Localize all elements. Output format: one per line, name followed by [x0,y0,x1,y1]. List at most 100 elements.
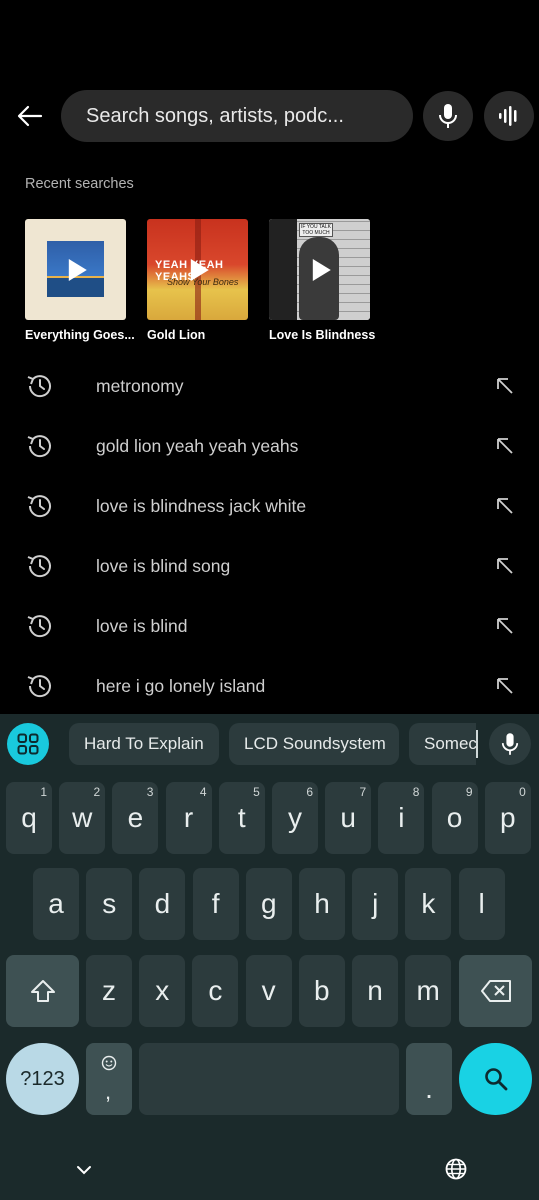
history-item[interactable]: love is blind [0,596,539,656]
search-bar[interactable] [61,90,413,142]
language-button[interactable] [445,1158,467,1180]
key-label: z [102,975,116,1006]
key-label: r [183,802,194,833]
space-key[interactable] [139,1043,399,1115]
arrow-up-left-icon[interactable] [495,616,515,636]
period-key[interactable]: . [406,1043,452,1115]
history-text: love is blind [96,615,188,636]
key-u[interactable]: u7 [325,782,372,854]
history-item[interactable]: love is blind song [0,536,539,596]
key-e[interactable]: e3 [112,782,159,854]
key-j[interactable]: j [352,868,399,940]
comma-key[interactable]: , [86,1043,132,1115]
suggestion-chip[interactable]: Somec [409,723,476,765]
key-z[interactable]: z [86,955,132,1027]
key-r[interactable]: r4 [165,782,212,854]
arrow-up-left-icon[interactable] [495,496,515,516]
card-title: Gold Lion [147,328,206,342]
key-d[interactable]: d [139,868,186,940]
recent-card[interactable]: Everything Goes... [25,219,135,342]
key-s[interactable]: s [86,868,133,940]
divider [476,730,478,758]
key-a[interactable]: a [33,868,79,940]
key-label: s [102,888,117,919]
shift-key[interactable] [6,955,79,1027]
key-t[interactable]: t5 [218,782,265,854]
key-p[interactable]: p0 [484,782,531,854]
back-button[interactable] [10,96,50,136]
key-hint: 3 [146,785,154,799]
keyboard-menu-button[interactable] [7,723,49,765]
keyboard-voice-button[interactable] [489,723,531,765]
search-input[interactable] [86,104,386,128]
history-text: gold lion yeah yeah yeahs [96,435,299,456]
history-text: here i go lonely island [96,675,266,696]
key-label: n [367,975,383,1006]
symbols-key[interactable]: ?123 [6,1043,79,1115]
history-icon [27,675,51,698]
recent-cards: Everything Goes... YEAH YEAH YEAHS Show … [25,219,376,342]
key-label: t [237,802,246,833]
key-hint: 9 [465,785,473,799]
shift-icon [30,980,55,1002]
key-q[interactable]: q1 [6,782,52,854]
key-c[interactable]: c [192,955,239,1027]
recent-card[interactable]: YEAH YEAH YEAHS Show Your Bones Gold Lio… [147,219,248,342]
hide-keyboard-button[interactable] [74,1160,94,1180]
key-hint: 4 [199,785,207,799]
backspace-key[interactable] [459,955,532,1027]
key-hint: 6 [306,785,313,799]
key-label: h [314,888,330,919]
key-label: f [211,888,220,919]
key-f[interactable]: f [192,868,239,940]
key-label: o [446,802,463,833]
key-h[interactable]: h [299,868,345,940]
song-recognition-button[interactable] [484,91,534,141]
navigation-bar [0,1140,539,1200]
arrow-up-left-icon[interactable] [495,376,515,396]
suggestion-chip[interactable]: Hard To Explain [69,723,219,765]
key-l[interactable]: l [458,868,505,940]
search-key[interactable] [459,1043,532,1115]
suggestion-chip[interactable]: LCD Soundsystem [229,723,399,765]
history-icon [27,495,51,518]
key-g[interactable]: g [245,868,292,940]
key-b[interactable]: b [298,955,345,1027]
key-v[interactable]: v [245,955,292,1027]
history-icon [27,615,51,638]
arrow-up-left-icon[interactable] [495,556,515,576]
history-icon [27,435,51,458]
arrow-left-icon [17,105,43,127]
history-item[interactable]: metronomy [0,356,539,416]
key-label: x [155,975,170,1006]
history-item[interactable]: gold lion yeah yeah yeahs [0,416,539,476]
key-label: e [127,802,144,833]
arrow-up-left-icon[interactable] [495,436,515,456]
key-n[interactable]: n [352,955,398,1027]
key-m[interactable]: m [405,955,452,1027]
key-x[interactable]: x [139,955,186,1027]
history-item[interactable]: here i go lonely island [0,656,539,716]
history-text: love is blind song [96,555,231,576]
key-hint: 8 [412,785,420,799]
key-y[interactable]: y6 [272,782,318,854]
key-label: p [500,802,516,833]
key-hint: 7 [359,785,367,799]
history-icon [27,375,51,398]
key-label: m [416,975,440,1006]
key-w[interactable]: w2 [59,782,106,854]
recent-card[interactable]: IF YOU TALK TOO MUCH Love Is Blindness [269,219,376,342]
search-icon [484,1068,507,1091]
arrow-up-left-icon[interactable] [495,676,515,696]
key-label: j [372,888,379,919]
history-item[interactable]: love is blindness jack white [0,476,539,536]
key-i[interactable]: i8 [378,782,425,854]
voice-search-button[interactable] [423,91,473,141]
key-o[interactable]: o9 [431,782,478,854]
key-k[interactable]: k [405,868,452,940]
key-label: u [340,802,356,833]
key-label: y [288,802,302,833]
key-label: i [398,802,405,833]
mic-icon [501,733,519,755]
card-title: Love Is Blindness [269,328,376,342]
